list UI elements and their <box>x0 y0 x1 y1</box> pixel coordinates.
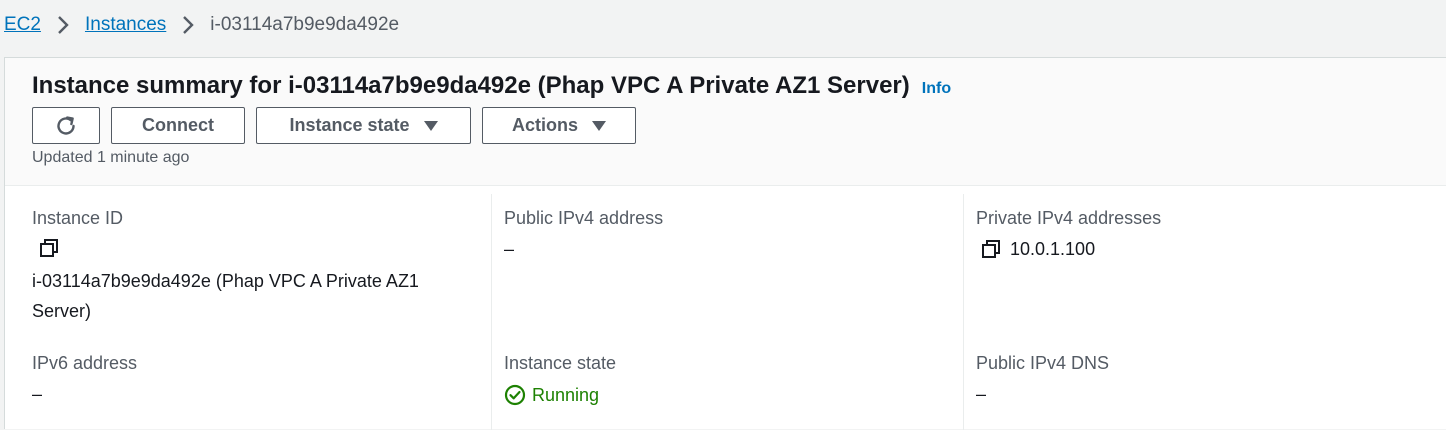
public-dns-value: – <box>976 384 987 404</box>
page-title: Instance summary for i-03114a7b9e9da492e… <box>32 72 910 99</box>
chevron-right-icon <box>41 15 85 35</box>
status-badge: Running <box>504 384 599 406</box>
instance-id-value-line1: i-03114a7b9e9da492e (Phap VPC A Private … <box>32 271 419 291</box>
refresh-icon <box>54 114 78 138</box>
details-column-3: Private IPv4 addresses 10.0.1.100 Public… <box>964 194 1446 430</box>
connect-button-label: Connect <box>142 115 214 135</box>
info-link[interactable]: Info <box>922 80 951 98</box>
instance-state-dropdown[interactable]: Instance state <box>256 107 471 144</box>
ipv6-label: IPv6 address <box>32 353 138 373</box>
details-column-2: Public IPv4 address – Instance state Run… <box>492 194 964 430</box>
breadcrumb-instances-link[interactable]: Instances <box>85 14 166 36</box>
public-ipv4-value: – <box>504 239 515 259</box>
breadcrumb-current: i-03114a7b9e9da492e <box>210 14 400 35</box>
public-ipv4-label: Public IPv4 address <box>504 208 664 228</box>
copy-icon[interactable] <box>39 238 59 258</box>
actions-label: Actions <box>511 115 578 135</box>
details-column-1: Instance ID i-03114a7b9e9da492e (Phap VP… <box>5 194 492 430</box>
instance-state-label: Instance state <box>289 115 410 135</box>
instance-state-field-label: Instance state <box>504 353 617 373</box>
ipv6-value: – <box>32 384 43 404</box>
public-dns-label: Public IPv4 DNS <box>976 353 1110 373</box>
instance-id-value-line2: Server) <box>32 301 92 321</box>
title-row: Instance summary for i-03114a7b9e9da492e… <box>32 72 951 100</box>
connect-button[interactable]: Connect <box>111 107 245 144</box>
chevron-right-icon <box>166 15 210 35</box>
caret-down-icon <box>423 120 438 131</box>
panel-header: Instance summary for i-03114a7b9e9da492e… <box>5 58 1446 186</box>
instance-summary-panel: Instance summary for i-03114a7b9e9da492e… <box>4 57 1446 430</box>
actions-dropdown[interactable]: Actions <box>482 107 636 144</box>
updated-timestamp: Updated 1 minute ago <box>32 149 190 166</box>
private-ipv4-label: Private IPv4 addresses <box>976 208 1162 228</box>
copy-icon[interactable] <box>981 239 1001 259</box>
details-grid: Instance ID i-03114a7b9e9da492e (Phap VP… <box>5 186 1446 430</box>
refresh-button[interactable] <box>32 107 100 144</box>
instance-state-value: Running <box>532 384 600 405</box>
private-ipv4-row: 10.0.1.100 <box>981 234 1095 264</box>
breadcrumb-ec2-link[interactable]: EC2 <box>4 14 41 36</box>
breadcrumb: EC2 Instances i-03114a7b9e9da492e <box>0 0 1446 50</box>
instance-id-label: Instance ID <box>32 208 124 228</box>
check-circle-icon <box>504 384 526 406</box>
action-bar: Connect Instance state Actions <box>32 107 636 144</box>
private-ipv4-value: 10.0.1.100 <box>1010 239 1096 259</box>
caret-down-icon <box>592 120 606 131</box>
